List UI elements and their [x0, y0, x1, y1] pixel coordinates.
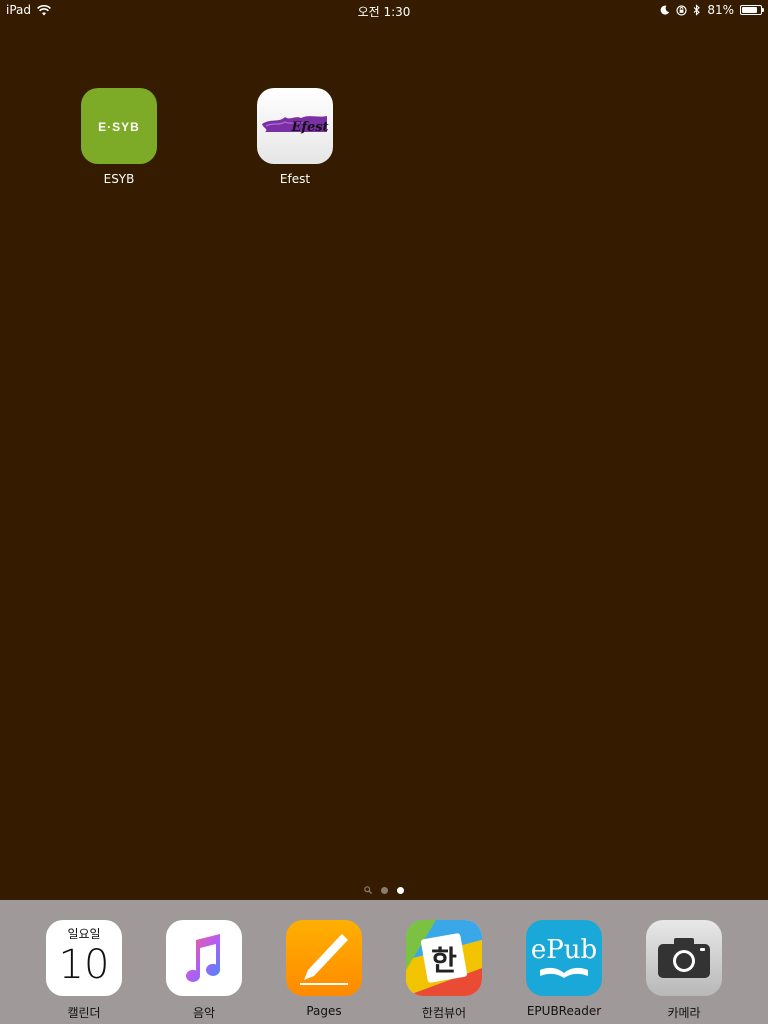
battery-percent: 81% — [707, 3, 734, 17]
rotation-lock-icon — [676, 4, 687, 16]
bluetooth-icon — [693, 4, 701, 16]
dock-app-camera[interactable]: 카메라 — [624, 920, 744, 1021]
page-indicator[interactable] — [0, 886, 768, 894]
music-app-icon[interactable] — [166, 920, 242, 996]
app-label: 카메라 — [667, 1006, 701, 1020]
dock: 일요일 10 캘린더 음악 Pages 한 한컴뷰어 ePub EPUBRead… — [0, 900, 768, 1024]
epub-logo-text: ePub — [531, 935, 597, 965]
app-label: 음악 — [192, 1006, 216, 1020]
efest-logo-icon: Efest — [262, 116, 329, 135]
calendar-weekday: 일요일 — [67, 927, 100, 941]
page-dot-2[interactable] — [397, 886, 404, 894]
app-label: 한컴뷰어 — [421, 1006, 467, 1020]
dock-app-epubreader[interactable]: ePub EPUBReader — [504, 920, 624, 1018]
pen-icon — [300, 934, 348, 985]
app-label: ESYB — [103, 172, 135, 186]
pages-app-icon[interactable] — [286, 920, 362, 996]
efest-app-icon[interactable]: Efest — [257, 88, 333, 164]
esyb-app-icon[interactable]: E·SYB — [81, 88, 157, 164]
calendar-app-icon[interactable]: 일요일 10 — [46, 920, 122, 996]
app-label: Pages — [306, 1004, 342, 1018]
music-note-icon — [186, 934, 220, 982]
calendar-day: 10 — [59, 942, 110, 988]
app-efest[interactable]: Efest Efest — [235, 88, 355, 186]
camera-app-icon[interactable] — [646, 920, 722, 996]
status-time: 오전 1:30 — [357, 5, 411, 19]
hancom-viewer-icon: 한 — [406, 920, 482, 996]
hancom-viewer-app-icon[interactable]: 한 — [406, 920, 482, 996]
battery-fill — [742, 7, 757, 13]
app-label: Efest — [279, 172, 311, 186]
camera-icon — [658, 938, 710, 978]
dock-app-calendar[interactable]: 일요일 10 캘린더 — [24, 920, 144, 1021]
app-label: EPUBReader — [526, 1004, 602, 1018]
esyb-logo-text: E·SYB — [98, 120, 140, 134]
calendar-icon: 일요일 10 — [59, 927, 110, 988]
dock-app-music[interactable]: 음악 — [144, 920, 264, 1021]
battery-icon — [740, 5, 764, 15]
moon-icon — [660, 5, 670, 15]
epubreader-app-icon[interactable]: ePub — [526, 920, 602, 996]
dock-app-pages[interactable]: Pages — [264, 920, 384, 1018]
page-dot-1[interactable] — [381, 886, 388, 894]
status-bar: iPad 오전 1:30 81% — [0, 0, 768, 20]
app-label: 캘린더 — [67, 1006, 101, 1020]
hancom-glyph: 한 — [431, 944, 457, 977]
esyb-logo-icon: E·SYB — [98, 120, 140, 134]
efest-logo-text: Efest — [290, 120, 328, 135]
epub-book-icon: ePub — [531, 935, 597, 978]
app-esyb[interactable]: E·SYB ESYB — [59, 88, 179, 186]
dock-app-hancom-viewer[interactable]: 한 한컴뷰어 — [384, 920, 504, 1021]
status-right: 81% — [660, 3, 764, 17]
spotlight-search-icon[interactable] — [364, 886, 372, 894]
